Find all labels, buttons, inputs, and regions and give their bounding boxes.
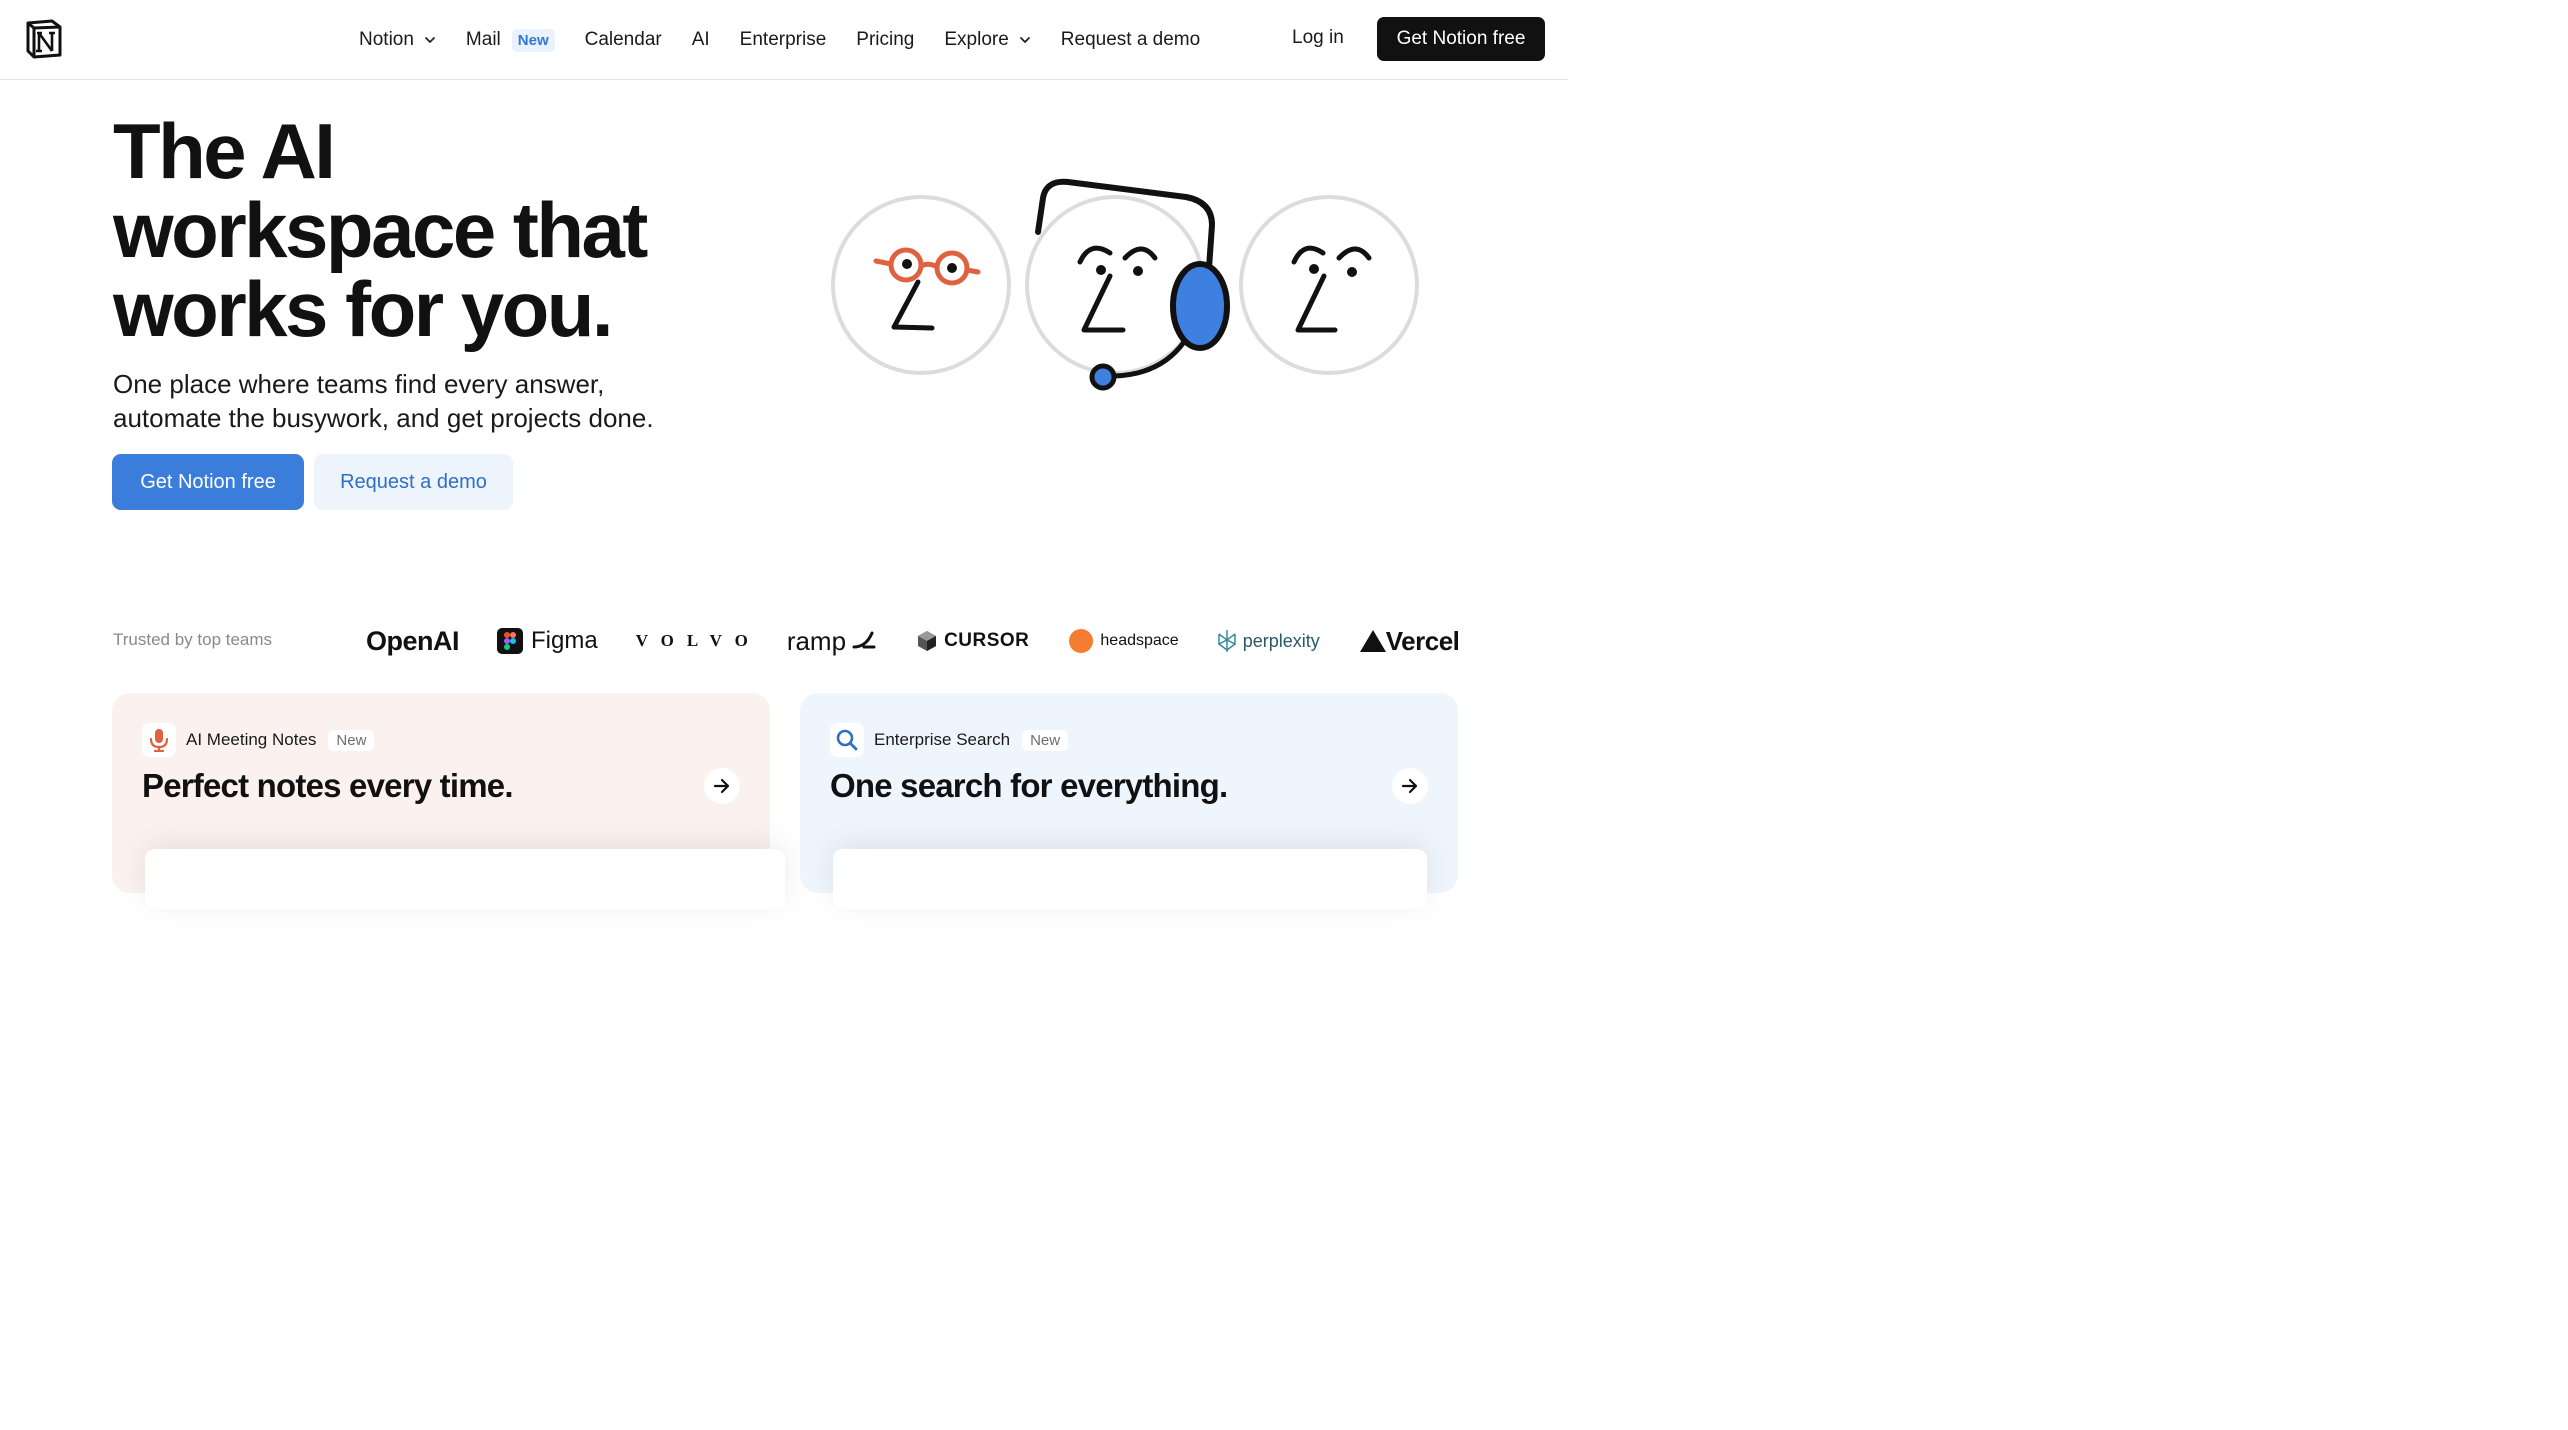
face-glasses-icon (831, 195, 1011, 375)
card-icon-box (142, 723, 176, 757)
hero-title: The AI workspace that works for you. (113, 112, 733, 349)
perplexity-logo: perplexity (1217, 629, 1320, 653)
logo-text: Figma (531, 627, 598, 654)
ramp-logo: ramp (787, 626, 876, 657)
volvo-logo: VOLVO (636, 631, 761, 651)
new-badge: New (1022, 729, 1069, 751)
new-badge: New (328, 729, 375, 751)
nav-item-label: Enterprise (739, 29, 827, 50)
notion-logo-icon[interactable] (24, 19, 64, 59)
nav-item-label: Mail (465, 29, 501, 50)
card-title: Perfect notes every time. (142, 767, 513, 804)
arrow-right-icon (713, 778, 730, 794)
nav-item-calendar[interactable]: Calendar (585, 29, 662, 51)
logo-text: VOLVO (635, 631, 761, 650)
login-link[interactable]: Log in (1292, 27, 1344, 49)
face-headset-icon (1025, 178, 1230, 391)
nav-item-label: Pricing (856, 29, 915, 50)
enterprise-search-card[interactable]: Enterprise Search New One search for eve… (800, 693, 1458, 909)
headspace-dot-icon (1069, 629, 1094, 653)
hero-title-line: The AI (113, 107, 336, 195)
arrow-right-icon (1401, 778, 1418, 794)
card-tag-label: Enterprise Search (874, 730, 1011, 749)
hero-faces-illustration (831, 178, 1419, 391)
card-icon-box (830, 723, 864, 757)
nav-item-ai[interactable]: AI (692, 29, 710, 51)
card-preview-panel (833, 849, 1427, 909)
nav-item-label: Notion (359, 29, 414, 50)
logo-text: Vercel (1385, 625, 1460, 656)
nav-item-label: Calendar (584, 29, 662, 50)
microphone-icon (149, 729, 169, 752)
main-nav: Notion Mail New Calendar AI Enterprise P… (359, 0, 1230, 80)
hero-subtitle-line: automate the busywork, and get projects … (113, 403, 654, 433)
hero-title-line: works for you. (113, 265, 614, 353)
card-tag-label: AI Meeting Notes (186, 730, 317, 749)
logo-text: OpenAI (366, 625, 460, 656)
hero-title-line: workspace that (113, 186, 648, 274)
search-icon (836, 729, 858, 751)
perplexity-icon (1217, 630, 1236, 652)
card-arrow-button[interactable] (1392, 768, 1428, 804)
logo-text: ramp (786, 625, 847, 656)
get-notion-free-header-button[interactable]: Get Notion free (1377, 17, 1545, 61)
chevron-down-icon (425, 37, 435, 43)
customer-logos: OpenAI Figma VOLVO ramp CURSOR headspace (366, 618, 1460, 664)
logo-text: headspace (1100, 632, 1179, 649)
logo-text: perplexity (1242, 630, 1320, 651)
request-demo-button[interactable]: Request a demo (314, 454, 513, 510)
figma-icon (497, 628, 524, 654)
vercel-triangle-icon (1359, 630, 1386, 652)
nav-item-enterprise[interactable]: Enterprise (740, 29, 827, 51)
nav-item-notion[interactable]: Notion (359, 29, 436, 51)
site-header: Notion Mail New Calendar AI Enterprise P… (0, 0, 1568, 80)
face-plain-icon (1239, 195, 1419, 375)
trusted-label: Trusted by top teams (113, 630, 273, 649)
cursor-logo: CURSOR (916, 630, 1029, 652)
logo-text: CURSOR (944, 630, 1030, 651)
headspace-logo: headspace (1069, 629, 1179, 653)
nav-item-pricing[interactable]: Pricing (856, 29, 914, 51)
openai-logo: OpenAI (366, 625, 460, 657)
nav-item-mail[interactable]: Mail New (465, 28, 555, 52)
card-tag: AI Meeting Notes New (142, 723, 375, 757)
nav-item-label: Request a demo (1060, 29, 1201, 50)
figma-logo: Figma (497, 627, 598, 655)
card-arrow-button[interactable] (704, 768, 740, 804)
chevron-down-icon (1019, 37, 1030, 43)
ai-meeting-notes-card[interactable]: AI Meeting Notes New Perfect notes every… (112, 693, 785, 909)
cursor-cube-icon (918, 631, 937, 651)
nav-item-explore[interactable]: Explore (944, 29, 1030, 51)
vercel-logo: Vercel (1359, 625, 1460, 657)
nav-item-label: Explore (944, 29, 1009, 50)
hero-subtitle-line: One place where teams find every answer, (113, 369, 605, 399)
get-notion-free-button[interactable]: Get Notion free (112, 454, 304, 510)
ramp-mark-icon (852, 631, 876, 649)
card-tag: Enterprise Search New (830, 723, 1069, 757)
card-preview-panel (145, 849, 785, 909)
hero-subtitle: One place where teams find every answer,… (113, 367, 753, 435)
card-title: One search for everything. (830, 767, 1228, 804)
new-badge: New (511, 28, 555, 52)
nav-item-request-demo[interactable]: Request a demo (1061, 29, 1200, 51)
nav-item-label: AI (691, 29, 710, 50)
